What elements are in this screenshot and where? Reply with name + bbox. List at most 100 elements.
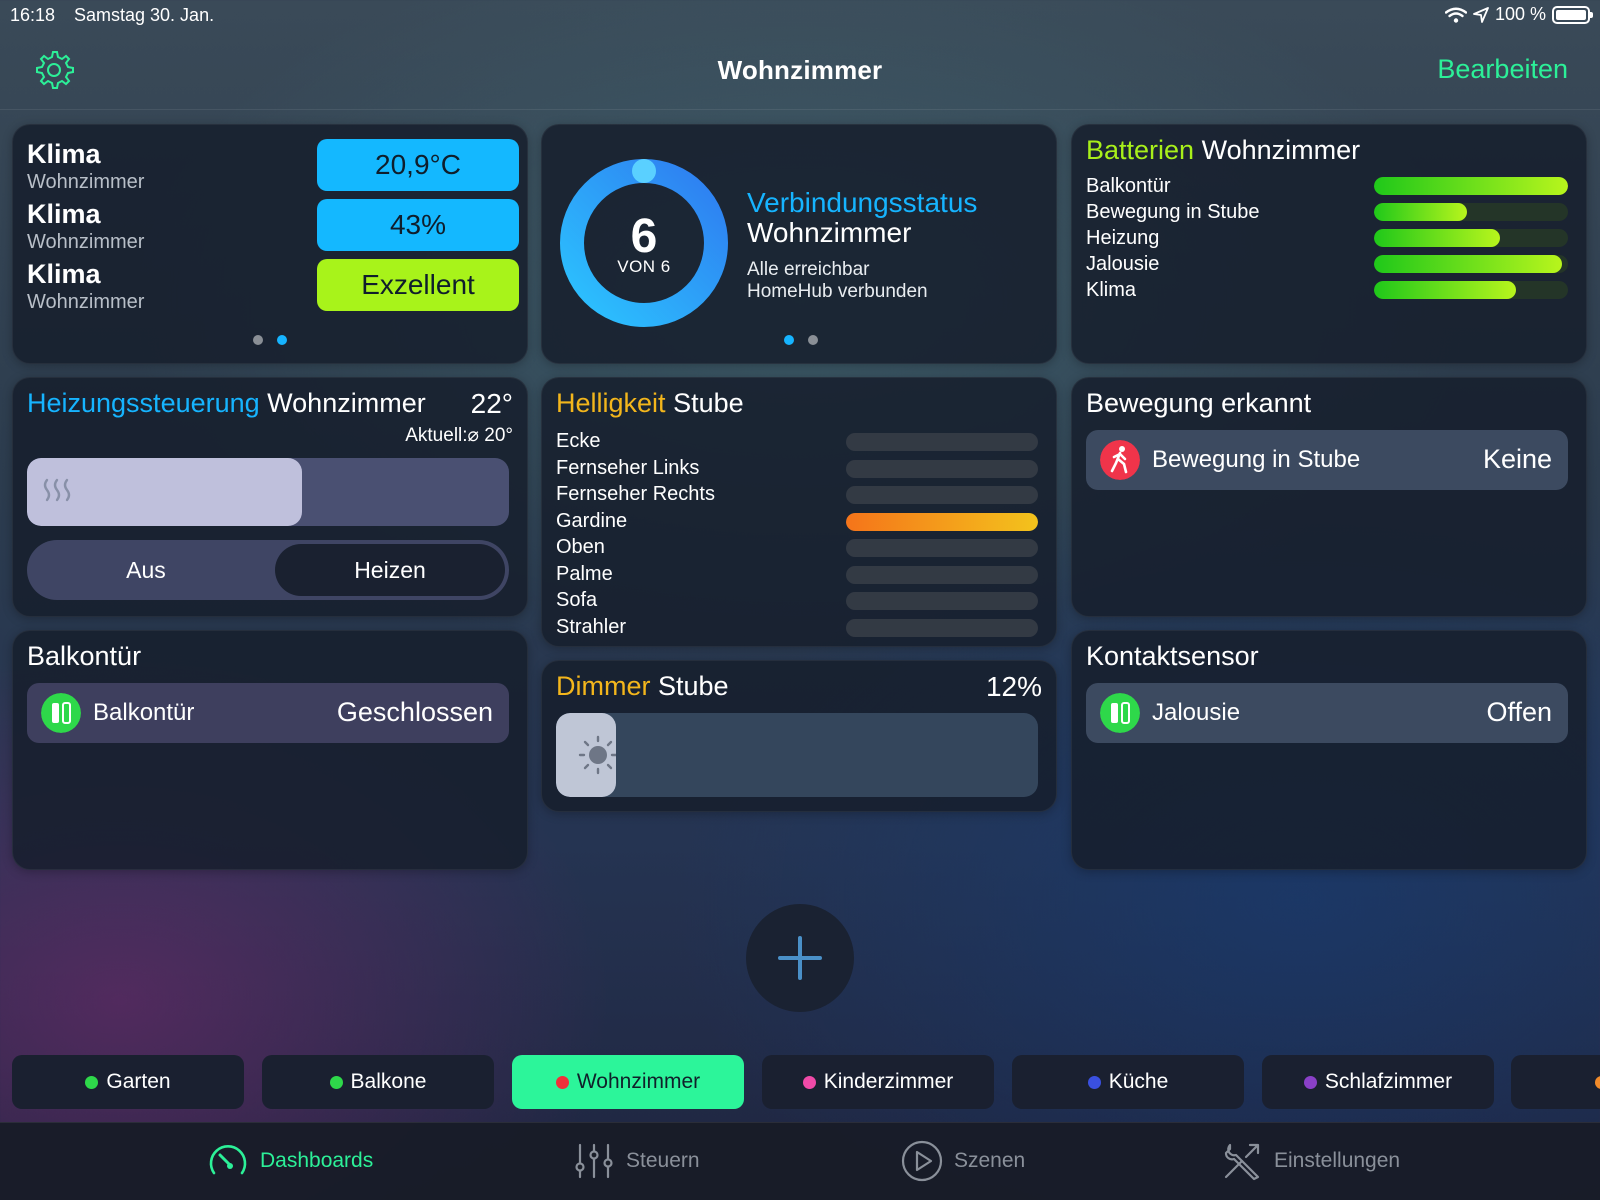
page-indicator[interactable] bbox=[253, 335, 287, 345]
tab-einstellungen[interactable]: Einstellungen bbox=[1220, 1139, 1400, 1183]
brightness-row[interactable]: Fernseher Rechts bbox=[556, 483, 1038, 507]
battery-label: Bewegung in Stube bbox=[1086, 201, 1260, 223]
brightness-label: Strahler bbox=[556, 615, 627, 638]
connected-total: VON 6 bbox=[617, 257, 671, 276]
climate-card[interactable]: Klima Wohnzimmer Klima Wohnzimmer Klima … bbox=[12, 124, 528, 364]
brightness-row[interactable]: Palme bbox=[556, 563, 1038, 587]
dimmer-card-title: Dimmer Stube bbox=[556, 671, 729, 701]
contact-sensor-row[interactable]: Jalousie Offen bbox=[1086, 683, 1568, 743]
battery-row: Bewegung in Stube bbox=[1086, 201, 1568, 225]
room-color-dot bbox=[1087, 1075, 1101, 1089]
room-tab-label: Wohnzimmer bbox=[576, 1070, 701, 1093]
heating-mode-control[interactable]: Aus Heizen bbox=[27, 540, 509, 600]
brightness-row[interactable]: Sofa bbox=[556, 589, 1038, 613]
battery-card-title: Batterien Wohnzimmer bbox=[1086, 135, 1361, 165]
brightness-card[interactable]: Helligkeit Stube Ecke Fernseher Links Fern… bbox=[541, 377, 1057, 647]
door-sensor-value: Geschlossen bbox=[336, 697, 493, 727]
room-color-dot bbox=[1303, 1075, 1317, 1089]
brightness-label: Fernseher Rechts bbox=[556, 483, 715, 505]
door-card-title: Balkontür bbox=[27, 641, 142, 671]
motion-card[interactable]: Bewegung erkannt Bewegung in Stube Keine bbox=[1071, 377, 1587, 617]
tab-szenen[interactable]: Szenen bbox=[900, 1139, 1025, 1183]
edit-button[interactable]: Bearbeiten bbox=[1437, 54, 1568, 85]
brightness-row[interactable]: Oben bbox=[556, 536, 1038, 560]
room-color-dot bbox=[555, 1075, 569, 1089]
brightness-bar[interactable] bbox=[846, 486, 1038, 504]
tab-dashboards[interactable]: Dashboards bbox=[206, 1139, 373, 1183]
room-tab-label: Garten bbox=[106, 1070, 171, 1093]
room-color-dot bbox=[85, 1075, 99, 1089]
page-dot-active[interactable] bbox=[784, 335, 794, 345]
page-dot-active[interactable] bbox=[277, 335, 287, 345]
air-quality-value: Exzellent bbox=[317, 259, 519, 311]
brightness-label: Sofa bbox=[556, 589, 598, 611]
brightness-bar[interactable] bbox=[846, 618, 1038, 637]
room-color-dot bbox=[329, 1075, 343, 1089]
brightness-bar[interactable] bbox=[846, 592, 1038, 610]
brightness-label: Palme bbox=[556, 562, 613, 585]
battery-label: Balkontür bbox=[1086, 175, 1171, 197]
room-tab[interactable]: Garten bbox=[12, 1055, 244, 1109]
motion-sensor-row[interactable]: Bewegung in Stube Keine bbox=[1086, 430, 1568, 490]
brightness-row[interactable]: Gardine bbox=[556, 510, 1038, 534]
room-tab[interactable]: Schlafzimmer bbox=[1262, 1055, 1494, 1109]
page-indicator[interactable] bbox=[784, 335, 818, 345]
page-dot[interactable] bbox=[808, 335, 818, 345]
battery-bar bbox=[1374, 177, 1568, 195]
mode-heat-button[interactable]: Heizen bbox=[275, 544, 505, 596]
room-tab-label: Kinderzimmer bbox=[823, 1070, 954, 1093]
tab-steuern[interactable]: Steuern bbox=[572, 1139, 700, 1183]
heating-card-title: Heizungssteuerung Wohnzimmer bbox=[27, 388, 426, 418]
status-bar: 16:18 Samstag 30. Jan. 100 % bbox=[0, 0, 1600, 30]
door-sensor-row[interactable]: Balkontür Geschlossen bbox=[27, 683, 509, 743]
brightness-row[interactable]: Strahler bbox=[556, 616, 1038, 640]
dimmer-slider-knob[interactable] bbox=[556, 713, 618, 797]
room-tab[interactable]: Wohnzimmer bbox=[512, 1055, 744, 1109]
brightness-bar[interactable] bbox=[846, 512, 1038, 531]
status-time: 16:18 bbox=[10, 5, 56, 25]
climate-room: Wohnzimmer bbox=[27, 291, 145, 313]
gauge-icon bbox=[209, 1145, 247, 1175]
door-sensor-name: Balkontür bbox=[93, 699, 195, 726]
mode-off-button[interactable]: Aus bbox=[31, 544, 261, 596]
add-widget-button[interactable] bbox=[746, 904, 854, 1012]
heating-slider[interactable] bbox=[27, 458, 509, 526]
climate-name: Klima bbox=[27, 139, 101, 169]
brightness-bar[interactable] bbox=[846, 565, 1038, 584]
motion-sensor-value: Keine bbox=[1482, 444, 1552, 474]
brightness-bar[interactable] bbox=[846, 459, 1038, 478]
dimmer-slider[interactable] bbox=[556, 713, 1038, 797]
sun-icon bbox=[578, 735, 618, 775]
brightness-card-title: Helligkeit Stube bbox=[556, 388, 744, 418]
room-tab[interactable]: Küche bbox=[1012, 1055, 1244, 1109]
connection-card[interactable]: 6 VON 6 Verbindungsstatus Wohnzimmer All… bbox=[541, 124, 1057, 364]
door-card[interactable]: Balkontür Balkontür Geschlossen bbox=[12, 630, 528, 870]
brightness-row[interactable]: Fernseher Links bbox=[556, 457, 1038, 481]
battery-card[interactable]: Batterien Wohnzimmer Balkontür Bewegung … bbox=[1071, 124, 1587, 364]
humidity-value: 43% bbox=[317, 199, 519, 251]
room-tab[interactable]: Balkone bbox=[262, 1055, 494, 1109]
brightness-row[interactable]: Ecke bbox=[556, 430, 1038, 454]
contact-sensor-name: Jalousie bbox=[1152, 699, 1241, 726]
heat-icon bbox=[43, 478, 71, 502]
temperature-value: 20,9°C bbox=[317, 139, 519, 191]
contact-card[interactable]: Kontaktsensor Jalousie Offen bbox=[1071, 630, 1587, 870]
room-tab-partial[interactable] bbox=[1511, 1055, 1600, 1109]
dimmer-value: 12% bbox=[985, 671, 1042, 702]
motion-sensor-name: Bewegung in Stube bbox=[1152, 446, 1361, 473]
connection-room: Wohnzimmer bbox=[747, 217, 912, 248]
wifi-icon bbox=[1444, 7, 1467, 23]
status-right: 100 % bbox=[1444, 4, 1593, 25]
sliders-icon bbox=[575, 1143, 613, 1179]
page-dot[interactable] bbox=[253, 335, 263, 345]
brightness-bar[interactable] bbox=[846, 539, 1038, 557]
room-tab-label: Schlafzimmer bbox=[1324, 1070, 1453, 1093]
connection-status-line: Alle erreichbar bbox=[747, 259, 870, 280]
tools-icon bbox=[1224, 1143, 1260, 1181]
dimmer-card[interactable]: Dimmer Stube 12% bbox=[541, 660, 1057, 812]
room-tab[interactable]: Kinderzimmer bbox=[762, 1055, 994, 1109]
connection-status-line: HomeHub verbunden bbox=[747, 281, 928, 302]
plus-icon bbox=[778, 936, 822, 980]
brightness-bar[interactable] bbox=[846, 433, 1038, 451]
heating-card[interactable]: Heizungssteuerung Wohnzimmer 22° Aktuell… bbox=[12, 377, 528, 617]
